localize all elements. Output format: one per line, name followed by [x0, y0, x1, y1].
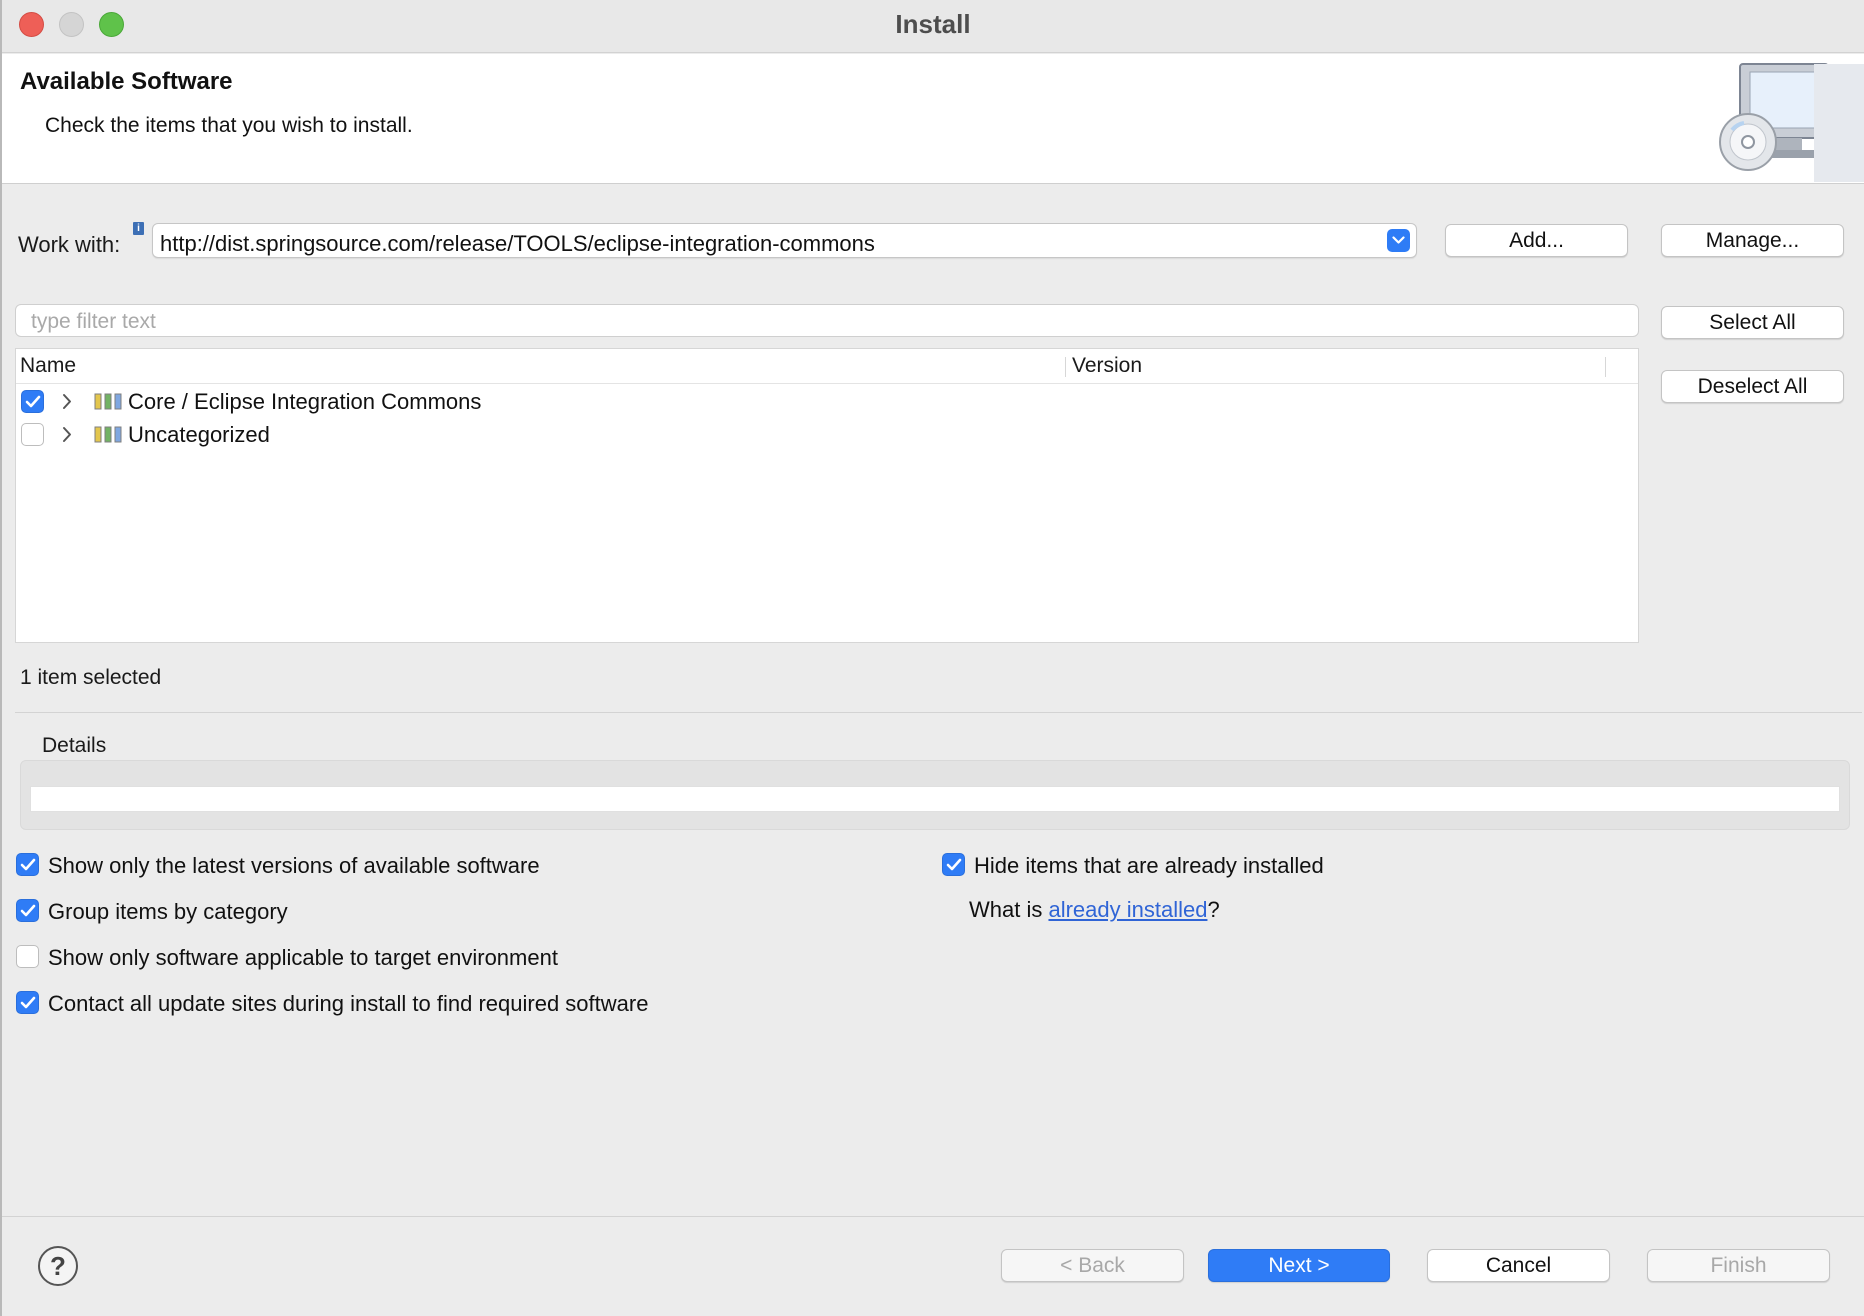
next-button[interactable]: Next > [1208, 1249, 1390, 1282]
title-bar: Install [2, 0, 1864, 53]
cancel-button[interactable]: Cancel [1427, 1249, 1610, 1282]
what-is-suffix: ? [1207, 897, 1220, 922]
details-label: Details [42, 734, 107, 757]
hide-installed-label: Hide items that are already installed [974, 853, 1324, 878]
selection-count: 1 item selected [20, 666, 162, 689]
table-header: Name Version [16, 349, 1638, 384]
filter-placeholder: type filter text [31, 310, 156, 333]
back-button[interactable]: < Back [1001, 1249, 1184, 1282]
wizard-header: Available Software Check the items that … [2, 54, 1864, 184]
already-installed-link[interactable]: already installed [1048, 897, 1207, 922]
target-env-checkbox[interactable] [16, 945, 39, 968]
page-description: Check the items that you wish to install… [45, 114, 413, 137]
install-computer-cd-icon [1719, 63, 1864, 182]
what-is-prefix: What is [969, 897, 1049, 922]
info-icon: i [133, 222, 144, 235]
group-by-category-checkbox[interactable] [16, 899, 39, 922]
window-title: Install [895, 9, 971, 39]
latest-versions-checkbox[interactable] [16, 853, 39, 876]
deselect-all-button[interactable]: Deselect All [1661, 370, 1844, 403]
details-text-area[interactable] [30, 786, 1840, 812]
table-row[interactable]: Core / Eclipse Integration Commons [16, 385, 1638, 418]
chevron-down-icon[interactable] [1387, 229, 1410, 252]
divider [15, 712, 1862, 713]
add-site-button[interactable]: Add... [1445, 224, 1628, 257]
column-divider[interactable] [1605, 357, 1606, 377]
row-checkbox[interactable] [21, 423, 44, 446]
latest-versions-label: Show only the latest versions of availab… [48, 853, 540, 878]
work-with-label: Work with: [18, 232, 121, 257]
page-title: Available Software [20, 68, 233, 95]
category-icon [94, 426, 122, 443]
hide-installed-checkbox[interactable] [942, 853, 965, 876]
finish-button[interactable]: Finish [1647, 1249, 1830, 1282]
install-window: Install Available Software Check the ite… [0, 0, 1864, 1316]
work-with-combo[interactable]: http://dist.springsource.com/release/TOO… [152, 223, 1417, 258]
what-is-installed-text: What is already installed? [969, 897, 1220, 923]
details-group [20, 760, 1850, 830]
work-with-value: http://dist.springsource.com/release/TOO… [160, 231, 875, 256]
row-label: Core / Eclipse Integration Commons [128, 389, 482, 414]
manage-sites-button[interactable]: Manage... [1661, 224, 1844, 257]
chevron-right-icon[interactable] [61, 393, 73, 410]
row-label: Uncategorized [128, 422, 270, 447]
row-checkbox[interactable] [21, 390, 44, 413]
category-icon [94, 393, 122, 410]
table-row[interactable]: Uncategorized [16, 418, 1638, 451]
column-header-name[interactable]: Name [20, 354, 76, 378]
footer-divider [2, 1216, 1864, 1217]
contact-sites-checkbox[interactable] [16, 991, 39, 1014]
column-header-version[interactable]: Version [1072, 354, 1142, 378]
contact-sites-label: Contact all update sites during install … [48, 991, 649, 1016]
filter-input[interactable]: type filter text [15, 304, 1639, 337]
select-all-button[interactable]: Select All [1661, 306, 1844, 339]
help-icon[interactable]: ? [38, 1246, 78, 1286]
software-tree-table: Name Version Core / Eclipse Integration … [15, 348, 1639, 643]
column-divider[interactable] [1065, 357, 1066, 377]
chevron-right-icon[interactable] [61, 426, 73, 443]
group-by-category-label: Group items by category [48, 899, 288, 924]
target-env-label: Show only software applicable to target … [48, 945, 558, 970]
